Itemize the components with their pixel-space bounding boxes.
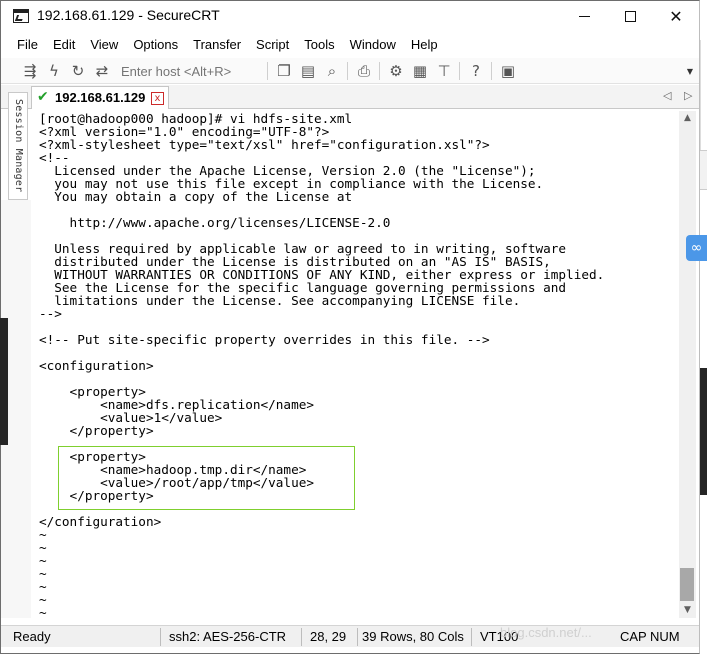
terminal-line: </property>: [39, 423, 154, 438]
terminal-line: <?xml-stylesheet type="text/xsl" href="c…: [39, 137, 490, 152]
copy-icon[interactable]: ❐: [275, 62, 293, 80]
menu-options[interactable]: Options: [133, 37, 178, 52]
scroll-up-icon[interactable]: ▲: [679, 111, 696, 126]
status-divider: [301, 628, 302, 646]
link-icon[interactable]: ∞: [686, 235, 707, 261]
menu-bar: File Edit View Options Transfer Script T…: [1, 32, 699, 56]
terminal-line: You may obtain a copy of the License at: [39, 189, 353, 204]
menu-tools[interactable]: Tools: [304, 37, 334, 52]
terminal-line: limitations under the License. See accom…: [39, 293, 521, 308]
tab-close-icon[interactable]: x: [151, 92, 164, 105]
session-tab-strip: ✔ 192.168.61.129 x ◁ ▷: [1, 85, 699, 109]
terminal-line: <!-- Put site-specific property override…: [39, 332, 490, 347]
disconnect-icon[interactable]: ⇄: [93, 62, 111, 80]
background-desktop-edge: [0, 318, 8, 445]
tab-scroll-right-icon[interactable]: ▷: [684, 89, 692, 102]
settings-icon[interactable]: ⚙: [387, 62, 405, 80]
menu-edit[interactable]: Edit: [53, 37, 75, 52]
menu-window[interactable]: Window: [350, 37, 396, 52]
terminal-line: </configuration>: [39, 514, 162, 529]
toolbar-overflow-icon[interactable]: ▼: [687, 67, 693, 76]
close-button[interactable]: ✕: [653, 1, 699, 31]
paste-icon[interactable]: ▤: [299, 62, 317, 80]
tab-session[interactable]: ✔ 192.168.61.129 x: [31, 86, 169, 109]
terminal-line: ~: [39, 605, 47, 618]
sftp-icon[interactable]: ▣: [499, 62, 517, 80]
toolbar-separator: [459, 62, 460, 80]
watermark: blog.csdn.net/...: [500, 625, 592, 640]
find-icon[interactable]: ⌕: [323, 62, 341, 80]
connected-check-icon: ✔: [37, 89, 49, 105]
reconnect-icon[interactable]: ↻: [69, 62, 87, 80]
tab-label: 192.168.61.129: [55, 90, 146, 105]
toolbar-separator: [491, 62, 492, 80]
title-bar: 192.168.61.129 - SecureCRT ✕: [1, 1, 699, 31]
minimize-button[interactable]: [561, 1, 607, 31]
quick-connect-icon[interactable]: ϟ: [45, 62, 63, 80]
print-icon[interactable]: ⎙: [355, 62, 373, 80]
host-input[interactable]: [117, 61, 265, 81]
help-icon[interactable]: ?: [467, 62, 485, 80]
menu-view[interactable]: View: [90, 37, 118, 52]
tab-scroll-left-icon[interactable]: ◁: [663, 89, 671, 102]
window-title: 192.168.61.129 - SecureCRT: [37, 7, 220, 23]
status-bar: Ready ssh2: AES-256-CTR 28, 29 39 Rows, …: [1, 625, 699, 647]
toolbar-separator: [267, 62, 268, 80]
terminal-line: http://www.apache.org/licenses/LICENSE-2…: [39, 215, 391, 230]
status-cap: CAP: [620, 629, 647, 644]
status-size: 39 Rows, 80 Cols: [362, 629, 464, 644]
status-divider: [471, 628, 472, 646]
status-cursor: 28, 29: [310, 629, 347, 644]
terminal-line: -->: [39, 306, 62, 321]
keymap-icon[interactable]: ▦: [411, 62, 429, 80]
toolbar-separator: [347, 62, 348, 80]
menu-file[interactable]: File: [17, 37, 38, 52]
status-cipher: ssh2: AES-256-CTR: [169, 629, 287, 644]
keygen-icon[interactable]: ⊤: [435, 62, 453, 80]
maximize-icon: [624, 10, 636, 22]
status-ready: Ready: [13, 629, 51, 644]
securecrt-app-icon: [13, 9, 29, 23]
toolbar-separator: [379, 62, 380, 80]
toolbar: ⇶ ϟ ↻ ⇄ ❐ ▤ ⌕ ⎙ ⚙ ▦ ⊤ ? ▣ ▼: [1, 58, 699, 84]
highlight-box: [58, 446, 355, 510]
vertical-scrollbar[interactable]: ▲ ▼: [679, 111, 696, 618]
session-manager-label: Session Manager: [13, 99, 24, 193]
status-num: NUM: [650, 629, 680, 644]
close-icon: ✕: [669, 6, 683, 26]
maximize-button[interactable]: [607, 1, 653, 31]
scroll-thumb[interactable]: [680, 568, 694, 601]
terminal-pane[interactable]: [root@hadoop000 hadoop]# vi hdfs-site.xm…: [31, 111, 679, 618]
menu-script[interactable]: Script: [256, 37, 289, 52]
minimize-icon: [578, 15, 590, 17]
background-window-tab: [700, 150, 707, 190]
status-divider: [357, 628, 358, 646]
menu-help[interactable]: Help: [411, 37, 438, 52]
status-divider: [160, 628, 161, 646]
terminal-line: <configuration>: [39, 358, 154, 373]
connect-icon[interactable]: ⇶: [21, 62, 39, 80]
background-desktop-edge: [700, 368, 707, 495]
securecrt-window: 192.168.61.129 - SecureCRT ✕ File Edit V…: [0, 0, 700, 654]
scroll-down-icon[interactable]: ▼: [679, 603, 696, 618]
session-manager-tab[interactable]: Session Manager: [8, 92, 28, 200]
menu-transfer[interactable]: Transfer: [193, 37, 241, 52]
